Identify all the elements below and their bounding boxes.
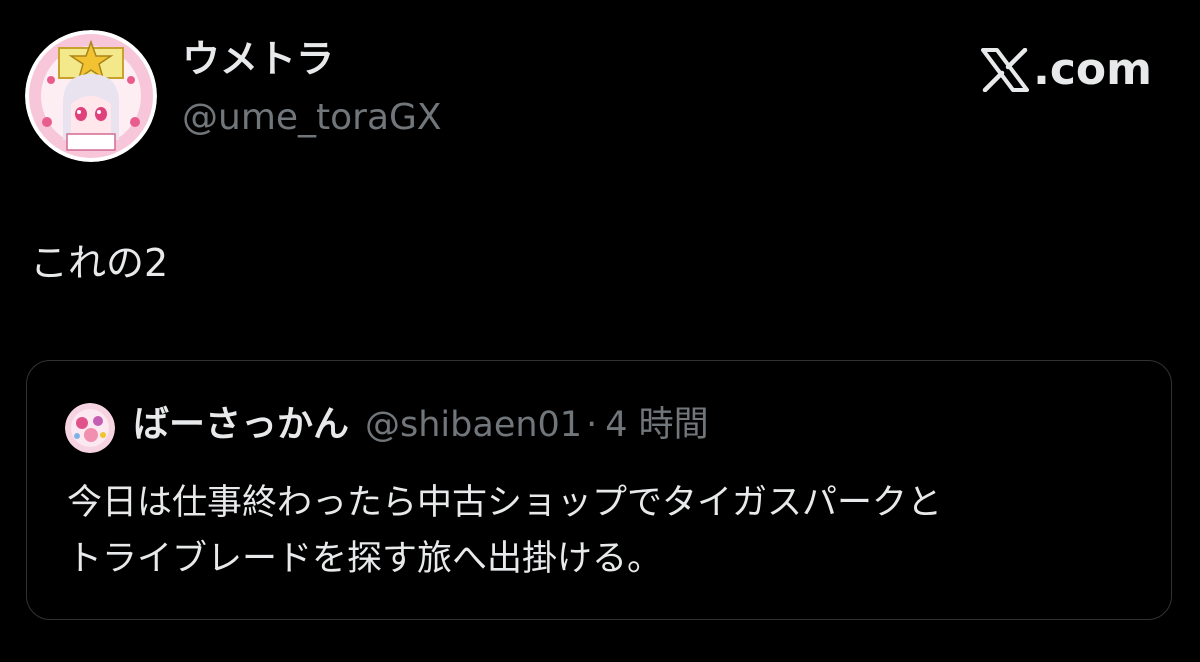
author-handle[interactable]: @ume_toraGX — [182, 100, 442, 136]
quoted-timestamp[interactable]: 4 時間 — [605, 408, 708, 443]
author-avatar[interactable] — [25, 30, 157, 162]
quoted-author-display-name[interactable]: ばーさっかん — [133, 407, 349, 443]
tweet-text: これの2 — [30, 241, 169, 285]
quoted-author-avatar[interactable] — [65, 403, 115, 453]
profile-avatar-icon — [25, 30, 157, 162]
quoted-text-line: トライブレードを探す旅へ出掛ける。 — [67, 539, 663, 579]
quoted-text-line: 今日は仕事終わったら中古ショップでタイガスパークと — [67, 483, 943, 523]
x-logo-icon — [981, 48, 1030, 92]
quoted-avatar-icon — [65, 403, 115, 453]
quoted-author-handle[interactable]: @shibaen01 — [365, 408, 582, 443]
quoted-tweet-header: ばーさっかん @shibaen01 · 4 時間 — [133, 407, 709, 443]
x-com-brand: .com — [981, 48, 1152, 92]
brand-label: .com — [1033, 44, 1152, 95]
quoted-tweet-card[interactable]: ばーさっかん @shibaen01 · 4 時間 今日は仕事終わったら中古ショッ… — [26, 360, 1172, 620]
author-display-name[interactable]: ウメトラ — [182, 40, 334, 78]
quoted-tweet-text: 今日は仕事終わったら中古ショップでタイガスパークと トライブレードを探す旅へ出掛… — [67, 475, 1147, 587]
quoted-separator: · — [586, 405, 598, 445]
